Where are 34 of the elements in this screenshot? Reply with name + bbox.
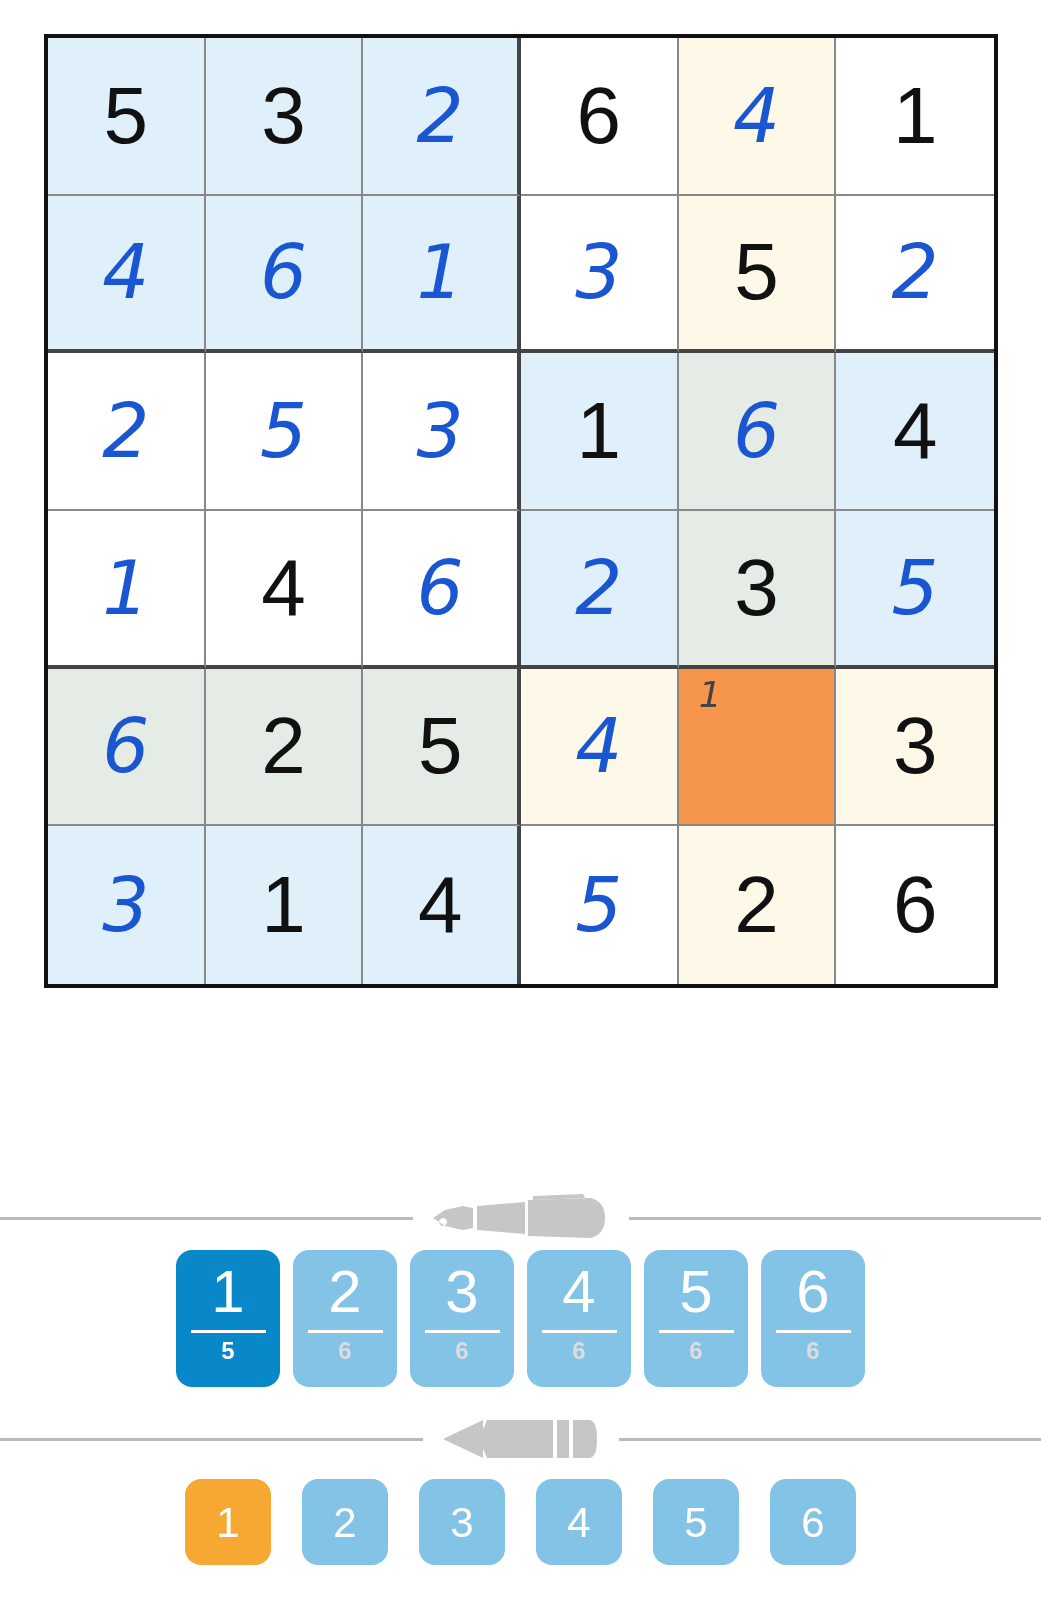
grid-cell[interactable]: 5	[836, 511, 994, 669]
grid-cell[interactable]: 2	[48, 353, 206, 511]
grid-cell[interactable]: 2	[363, 38, 521, 196]
grid-cell[interactable]: 5	[363, 668, 521, 827]
selected-cell[interactable]: 1	[678, 668, 837, 827]
grid-cell[interactable]: 2	[521, 511, 679, 669]
grid-cell[interactable]: 2	[205, 668, 364, 827]
grid-cell[interactable]: 3	[836, 668, 994, 827]
grid-cell[interactable]: 1	[521, 353, 679, 511]
digit-button[interactable]: 1 5	[176, 1250, 280, 1387]
grid-cell[interactable]: 4	[521, 668, 679, 827]
grid-cell[interactable]: 6	[521, 38, 679, 196]
grid-cell[interactable]: 1	[363, 195, 521, 354]
grid-cell[interactable]: 1	[48, 511, 206, 669]
grid-cell[interactable]: 4	[363, 826, 521, 984]
grid-cell[interactable]: 3	[521, 195, 679, 354]
grid-cell[interactable]: 4	[48, 195, 206, 354]
grid-cell[interactable]: 4	[678, 38, 837, 196]
grid-cell[interactable]: 5	[678, 195, 837, 354]
grid-cell[interactable]: 1	[205, 826, 364, 984]
grid-cell[interactable]: 3	[678, 511, 837, 669]
grid-cell[interactable]: 6	[678, 353, 837, 511]
grid-cell[interactable]: 2	[678, 826, 837, 984]
grid-cell[interactable]: 6	[205, 195, 364, 354]
grid-cell[interactable]: 5	[205, 353, 364, 511]
grid-cell[interactable]: 6	[48, 668, 206, 827]
pencil-note: 1	[698, 676, 722, 713]
grid-cell[interactable]: 5	[48, 38, 206, 196]
grid-cell[interactable]: 3	[363, 353, 521, 511]
grid-cell[interactable]: 4	[205, 511, 364, 669]
grid-cell[interactable]: 3	[205, 38, 364, 196]
grid-cell[interactable]: 4	[836, 353, 994, 511]
grid-cell[interactable]: 6	[363, 511, 521, 669]
grid-cell[interactable]: 3	[48, 826, 206, 984]
